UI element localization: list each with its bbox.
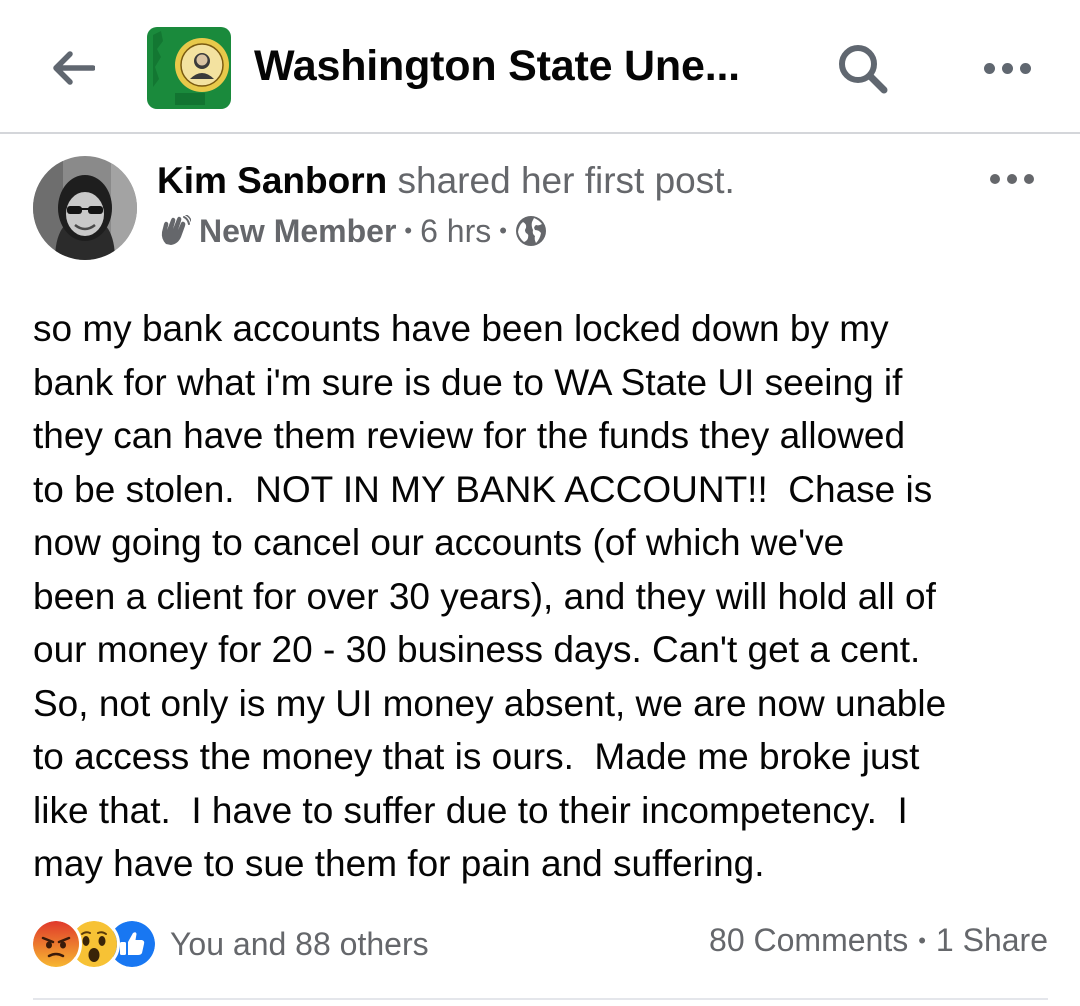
reactions-count-text[interactable]: You and 88 others (170, 926, 429, 963)
meta-separator: • (404, 218, 413, 243)
more-horizontal-icon (990, 174, 1034, 184)
post-divider (33, 998, 1048, 1000)
more-horizontal-icon (983, 62, 1031, 74)
group-more-button[interactable] (972, 50, 1042, 86)
search-button[interactable] (832, 38, 894, 100)
arrow-left-icon (53, 51, 95, 85)
post-action-text: shared her first post. (397, 160, 735, 201)
post-timestamp[interactable]: 6 hrs (420, 213, 491, 250)
author-name[interactable]: Kim Sanborn (157, 160, 387, 201)
search-icon (839, 45, 888, 94)
shares-count[interactable]: 1 Share (936, 922, 1048, 959)
comments-count[interactable]: 80 Comments (709, 922, 908, 959)
post-body-text: so my bank accounts have been locked dow… (33, 308, 947, 884)
wave-hand-icon (161, 215, 191, 245)
globe-icon (515, 216, 546, 246)
group-logo[interactable] (147, 27, 231, 109)
post-meta: New Member • 6 hrs • (157, 210, 547, 252)
post-more-button[interactable] (982, 166, 1042, 192)
back-button[interactable] (46, 46, 100, 90)
meta-separator: • (499, 218, 507, 243)
reactions-summary[interactable]: You and 88 others (30, 918, 429, 970)
group-title[interactable]: Washington State Une... (254, 42, 740, 91)
post-author-line: Kim Sanborn shared her first post. (157, 160, 735, 202)
member-badge: New Member (199, 212, 397, 249)
avatar[interactable] (33, 156, 137, 260)
angry-reaction-icon (30, 918, 82, 970)
engagement-summary: 80 Comments • 1 Share (709, 922, 1048, 959)
group-header: Washington State Une... (0, 0, 1080, 134)
engagement-separator: • (918, 927, 926, 953)
